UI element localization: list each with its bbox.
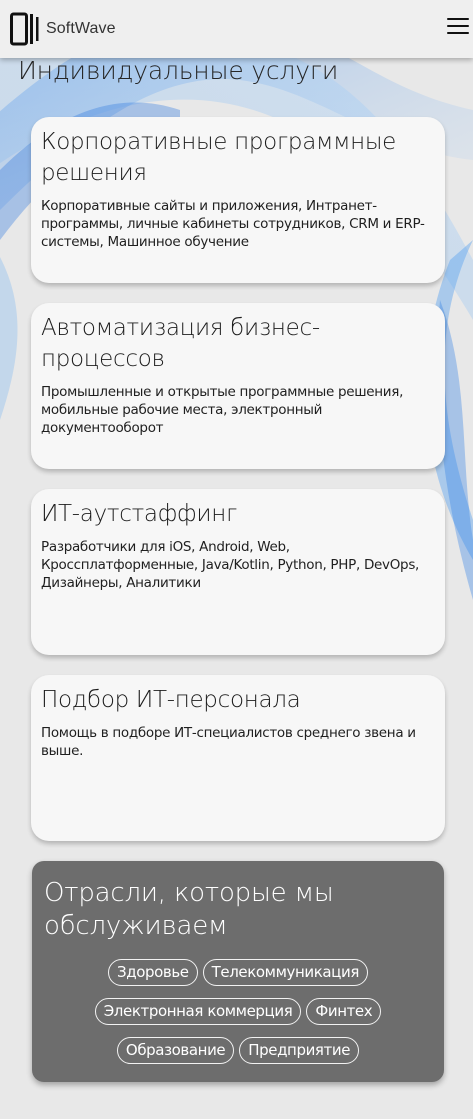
logo-text: SoftWave — [46, 20, 116, 37]
service-card-corporate-solutions[interactable]: Корпоративные программные решения Корпор… — [31, 117, 445, 283]
industry-tag-telecom[interactable]: Телекоммуникация — [202, 959, 368, 986]
page: SoftWave Индивидуальные услуги Корпорати… — [0, 0, 473, 1119]
service-card-it-recruitment[interactable]: Подбор ИТ-персонала Помощь в подборе ИТ-… — [31, 675, 445, 841]
industries-panel: Отрасли, которые мы обслуживаем Здоровье… — [32, 861, 444, 1082]
softwave-logo-icon — [10, 12, 40, 46]
card-title: Автоматизация бизнес-процессов — [41, 315, 320, 372]
industry-tag-education[interactable]: Образование — [116, 1037, 235, 1064]
industry-tag-enterprise[interactable]: Предприятие — [239, 1037, 360, 1064]
industry-tag-health[interactable]: Здоровье — [108, 959, 198, 986]
card-description: Разработчики для iOS, Android, Web, Крос… — [41, 539, 420, 591]
card-title: Подбор ИТ-персонала — [41, 687, 301, 713]
service-card-business-automation[interactable]: Автоматизация бизнес-процессов Промышлен… — [31, 303, 445, 469]
logo-link[interactable]: SoftWave — [10, 12, 116, 46]
top-navigation-bar: SoftWave — [0, 0, 473, 58]
card-title: ИТ-аутстаффинг — [41, 501, 237, 527]
section-title: Индивидуальные услуги — [18, 56, 339, 85]
card-description: Промышленные и открытые программные реше… — [41, 384, 404, 436]
industries-title: Отрасли, которые мы обслуживаем — [44, 878, 334, 941]
card-description: Корпоративные сайты и приложения, Интран… — [41, 198, 425, 250]
service-card-it-outstaffing[interactable]: ИТ-аутстаффинг Разработчики для iOS, And… — [31, 489, 445, 655]
card-description: Помощь в подборе ИТ-специалистов среднег… — [41, 725, 416, 759]
card-title: Корпоративные программные решения — [41, 129, 397, 186]
industry-tags: Здоровье Телекоммуникация Электронная ко… — [44, 959, 432, 1064]
industry-tag-fintech[interactable]: Финтех — [306, 998, 382, 1025]
industry-tag-ecommerce[interactable]: Электронная коммерция — [94, 998, 302, 1025]
hamburger-menu-icon[interactable] — [447, 18, 469, 38]
